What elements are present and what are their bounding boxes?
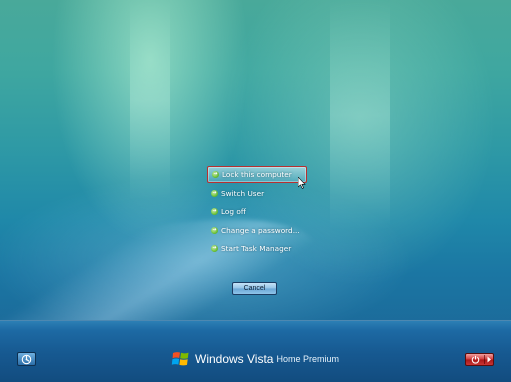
log-off-option[interactable]: ➜ Log off bbox=[207, 203, 307, 220]
change-password-option[interactable]: ➜ Change a password... bbox=[207, 222, 307, 239]
switch-user-option[interactable]: ➜ Switch User bbox=[207, 185, 307, 202]
option-label: Lock this computer bbox=[222, 170, 292, 179]
option-label: Log off bbox=[221, 207, 246, 217]
ease-of-access-button[interactable] bbox=[17, 352, 36, 366]
security-options-menu: ➜ Lock this computer ➜ Switch User ➜ Log… bbox=[207, 166, 327, 259]
windows-branding: Windows Vista Home Premium bbox=[171, 348, 339, 370]
green-arrow-icon: ➜ bbox=[211, 208, 218, 216]
light-streak bbox=[330, 0, 390, 230]
lock-computer-option[interactable]: ➜ Lock this computer bbox=[207, 166, 307, 183]
ease-of-access-icon bbox=[21, 354, 32, 364]
windows-flag-icon bbox=[171, 352, 189, 366]
green-arrow-icon: ➜ bbox=[211, 189, 218, 197]
green-arrow-icon: ➜ bbox=[212, 171, 219, 178]
option-label: Start Task Manager bbox=[221, 244, 292, 254]
option-label: Switch User bbox=[221, 188, 265, 198]
light-streak bbox=[130, 0, 170, 200]
start-task-manager-option[interactable]: ➜ Start Task Manager bbox=[207, 240, 307, 257]
brand-edition: Home Premium bbox=[276, 354, 339, 364]
green-arrow-icon: ➜ bbox=[211, 245, 218, 253]
option-label: Change a password... bbox=[221, 225, 300, 235]
chevron-right-icon bbox=[487, 356, 491, 363]
power-icon bbox=[471, 355, 479, 364]
green-arrow-icon: ➜ bbox=[211, 226, 218, 234]
shutdown-options-button[interactable] bbox=[485, 356, 493, 363]
power-button[interactable] bbox=[466, 355, 484, 364]
mouse-cursor-icon bbox=[298, 177, 306, 189]
cancel-button[interactable]: Cancel bbox=[232, 282, 277, 295]
shut-down-button[interactable] bbox=[465, 353, 494, 366]
brand-name: Windows Vista bbox=[195, 352, 274, 366]
